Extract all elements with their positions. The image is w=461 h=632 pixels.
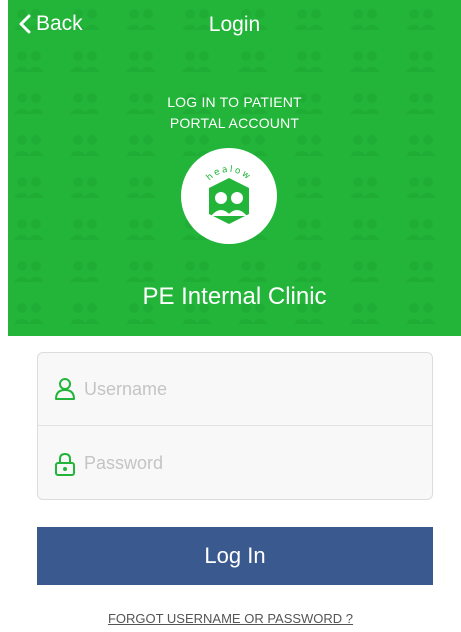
healow-logo-graphic: healow (205, 165, 251, 224)
healow-logo: healow (181, 148, 277, 244)
portal-subtitle: LOG IN TO PATIENT PORTAL ACCOUNT (8, 92, 461, 134)
lock-icon (55, 452, 75, 476)
password-field (38, 427, 432, 499)
subtitle-line-1: LOG IN TO PATIENT (167, 94, 302, 110)
user-icon (55, 378, 75, 400)
forgot-credentials: FORGOT USERNAME OR PASSWORD ? (0, 611, 461, 626)
subtitle-line-2: PORTAL ACCOUNT (169, 115, 300, 131)
login-form (37, 352, 433, 500)
page-title: Login (208, 13, 261, 36)
login-button[interactable]: Log In (37, 527, 433, 585)
forgot-credentials-link[interactable]: FORGOT USERNAME OR PASSWORD ? (108, 611, 353, 626)
username-field (38, 353, 432, 426)
password-input[interactable] (82, 452, 386, 475)
clinic-name: PE Internal Clinic (142, 283, 327, 310)
header-banner: Back Login LOG IN TO PATIENT PORTAL ACCO… (8, 0, 461, 336)
username-input[interactable] (82, 377, 386, 401)
